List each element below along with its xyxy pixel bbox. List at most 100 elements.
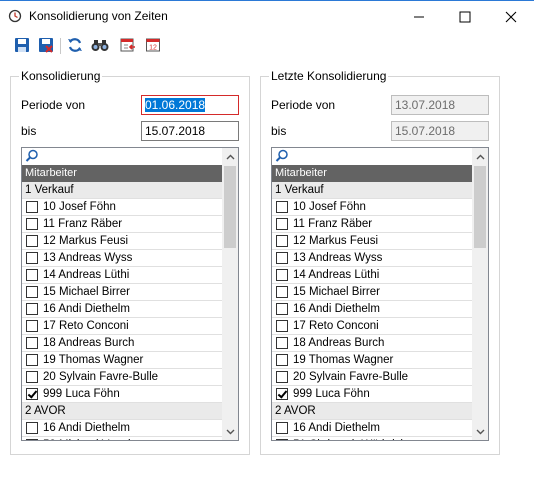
- list-item[interactable]: 16 Andi Diethelm: [272, 301, 473, 318]
- list-item-label: 18 Andreas Burch: [43, 337, 135, 349]
- maximize-button[interactable]: [443, 3, 487, 31]
- list-item-label: 999 Luca Föhn: [293, 388, 370, 400]
- checkbox[interactable]: [276, 269, 288, 281]
- list-item[interactable]: 51 Christoph Wüthrich: [272, 437, 473, 440]
- list-search-filter[interactable]: [272, 148, 473, 164]
- checkbox[interactable]: [26, 303, 38, 315]
- list-item[interactable]: 20 Sylvain Favre-Bulle: [272, 369, 473, 386]
- chevron-down-icon: [226, 429, 234, 434]
- chevron-up-icon: [226, 154, 234, 159]
- list-rows: 1 Verkauf 10 Josef Föhn 11 Franz Räber 12 M…: [272, 182, 473, 440]
- checkbox[interactable]: [26, 388, 38, 400]
- mitarbeiter-list[interactable]: Mitarbeiter 1 Verkauf 10 Josef Föhn 11 Fra…: [21, 147, 239, 441]
- column-header[interactable]: Mitarbeiter: [272, 165, 473, 182]
- checkbox[interactable]: [276, 252, 288, 264]
- list-item[interactable]: 15 Michael Birrer: [22, 284, 223, 301]
- checkbox[interactable]: [276, 320, 288, 332]
- list-item-label: 16 Andi Diethelm: [43, 422, 130, 434]
- list-item[interactable]: 11 Franz Räber: [22, 216, 223, 233]
- list-item-label: 12 Markus Feusi: [293, 235, 379, 247]
- search-binoculars-button[interactable]: [91, 37, 109, 55]
- list-item[interactable]: 11 Franz Räber: [272, 216, 473, 233]
- checkbox[interactable]: [26, 252, 38, 264]
- checkbox[interactable]: [276, 303, 288, 315]
- group-row[interactable]: 2 AVOR: [272, 403, 473, 420]
- vertical-scrollbar[interactable]: [472, 148, 488, 440]
- list-item[interactable]: 14 Andreas Lüthi: [22, 267, 223, 284]
- checkbox[interactable]: [276, 286, 288, 298]
- checkbox[interactable]: [276, 235, 288, 247]
- group-row[interactable]: 1 Verkauf: [22, 182, 223, 199]
- list-item[interactable]: 13 Andreas Wyss: [272, 250, 473, 267]
- last-mitarbeiter-list[interactable]: Mitarbeiter 1 Verkauf 10 Josef Föhn 11 Fra…: [271, 147, 489, 441]
- list-item[interactable]: 14 Andreas Lüthi: [272, 267, 473, 284]
- scroll-down-button[interactable]: [222, 423, 238, 440]
- list-item-label: 999 Luca Föhn: [43, 388, 120, 400]
- list-item[interactable]: 18 Andreas Burch: [272, 335, 473, 352]
- list-item[interactable]: 20 Sylvain Favre-Bulle: [22, 369, 223, 386]
- save-close-button[interactable]: [38, 37, 56, 55]
- bis-field[interactable]: 15.07.2018: [141, 121, 239, 141]
- group-row[interactable]: 2 AVOR: [22, 403, 223, 420]
- group-row[interactable]: 1 Verkauf: [272, 182, 473, 199]
- calendar-back-button[interactable]: [120, 37, 138, 55]
- list-item[interactable]: 12 Markus Feusi: [272, 233, 473, 250]
- checkbox[interactable]: [26, 201, 38, 213]
- checkbox[interactable]: [26, 337, 38, 349]
- list-item[interactable]: 999 Luca Föhn: [272, 386, 473, 403]
- list-item[interactable]: 10 Josef Föhn: [22, 199, 223, 216]
- checkbox[interactable]: [276, 337, 288, 349]
- last-bis-value: 15.07.2018: [395, 124, 456, 138]
- checkbox[interactable]: [276, 201, 288, 213]
- list-item-label: 1 Verkauf: [25, 184, 74, 196]
- periode-von-value: 01.06.2018: [145, 98, 206, 112]
- refresh-button[interactable]: [67, 37, 85, 55]
- checkbox[interactable]: [26, 286, 38, 298]
- list-item[interactable]: 13 Andreas Wyss: [22, 250, 223, 267]
- periode-von-field[interactable]: 01.06.2018: [141, 95, 239, 115]
- checkbox[interactable]: [26, 371, 38, 383]
- checkbox[interactable]: [26, 439, 38, 440]
- checkbox[interactable]: [276, 439, 288, 440]
- checkbox[interactable]: [26, 354, 38, 366]
- checkbox[interactable]: [276, 371, 288, 383]
- list-item[interactable]: 17 Reto Conconi: [272, 318, 473, 335]
- checkbox[interactable]: [276, 388, 288, 400]
- scroll-up-button[interactable]: [222, 148, 238, 165]
- checkbox[interactable]: [26, 218, 38, 230]
- list-item[interactable]: 19 Thomas Wagner: [22, 352, 223, 369]
- list-item-label: 14 Andreas Lüthi: [293, 269, 380, 281]
- list-item-label: 1 Verkauf: [275, 184, 324, 196]
- checkbox[interactable]: [276, 218, 288, 230]
- list-item[interactable]: 16 Andi Diethelm: [272, 420, 473, 437]
- list-item[interactable]: 10 Josef Föhn: [272, 199, 473, 216]
- list-item-label: 19 Thomas Wagner: [43, 354, 144, 366]
- checkbox[interactable]: [26, 422, 38, 434]
- list-item[interactable]: 999 Luca Föhn: [22, 386, 223, 403]
- scroll-thumb[interactable]: [474, 166, 486, 248]
- vertical-scrollbar[interactable]: [222, 148, 238, 440]
- list-item[interactable]: 18 Andreas Burch: [22, 335, 223, 352]
- list-item-label: 20 Sylvain Favre-Bulle: [293, 371, 409, 383]
- list-search-filter[interactable]: [22, 148, 223, 164]
- list-item[interactable]: 52 Michael Vogel: [22, 437, 223, 440]
- checkbox[interactable]: [26, 235, 38, 247]
- list-item[interactable]: 19 Thomas Wagner: [272, 352, 473, 369]
- scroll-down-button[interactable]: [472, 423, 488, 440]
- checkbox[interactable]: [26, 269, 38, 281]
- checkbox[interactable]: [26, 320, 38, 332]
- list-item[interactable]: 17 Reto Conconi: [22, 318, 223, 335]
- checkbox[interactable]: [276, 422, 288, 434]
- calendar-button[interactable]: 12: [145, 37, 163, 55]
- list-item[interactable]: 16 Andi Diethelm: [22, 420, 223, 437]
- list-item[interactable]: 15 Michael Birrer: [272, 284, 473, 301]
- close-button[interactable]: [489, 3, 533, 31]
- minimize-button[interactable]: [397, 3, 441, 31]
- scroll-thumb[interactable]: [224, 166, 236, 248]
- scroll-up-button[interactable]: [472, 148, 488, 165]
- list-item[interactable]: 12 Markus Feusi: [22, 233, 223, 250]
- column-header[interactable]: Mitarbeiter: [22, 165, 223, 182]
- save-button[interactable]: [14, 37, 32, 55]
- list-item[interactable]: 16 Andi Diethelm: [22, 301, 223, 318]
- checkbox[interactable]: [276, 354, 288, 366]
